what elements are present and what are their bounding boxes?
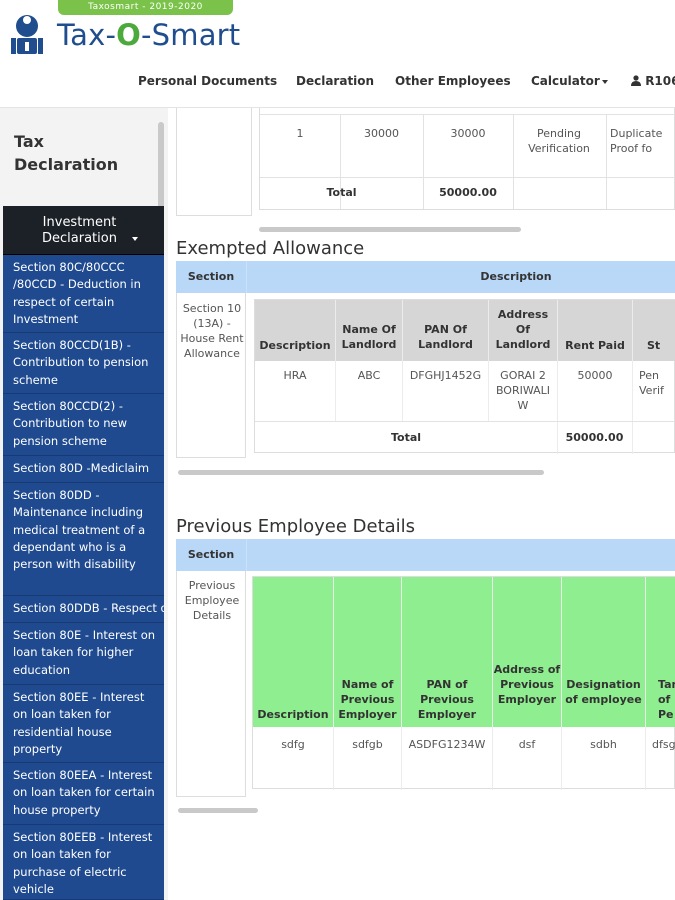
- hra-row-status: Pen Verif: [639, 369, 664, 397]
- previous-row-designation: sdbh: [590, 738, 617, 751]
- top-nav: Personal Documents Declaration Other Emp…: [0, 74, 675, 92]
- sidebar-item-80d[interactable]: Section 80D -Mediclaim: [3, 456, 164, 483]
- sidebar-title: Tax Declaration: [14, 132, 119, 174]
- investment-row-approved: 30000: [450, 127, 486, 140]
- sidebar-item-80eea[interactable]: Section 80EEA - Interest on loan taken f…: [3, 763, 164, 825]
- sidebar-item-80ccd1b[interactable]: Section 80CCD(1B) - Contribution to pens…: [3, 333, 164, 394]
- user-icon: [631, 75, 641, 86]
- sidebar-item-80ccd2[interactable]: Section 80CCD(2) - Contribution to new p…: [3, 394, 164, 456]
- previous-section-label: Previous Employee Details: [184, 579, 240, 622]
- hra-row-address: GORAI 2 BORIWALI W: [495, 369, 551, 412]
- previous-row-address: dsf: [518, 738, 536, 751]
- top-header: Taxosmart - 2019-2020 Tax-O-Smart Person…: [0, 0, 675, 108]
- previous-row-pan: ASDFG1234W: [408, 738, 486, 751]
- hra-row-description: HRA: [283, 369, 307, 382]
- sidebar-item-80c[interactable]: Section 80C/80CCC /80CCD - Deduction in …: [3, 255, 164, 333]
- hra-total-label: Total: [390, 431, 422, 444]
- hra-row-pan: DFGHJ1452G: [409, 369, 482, 382]
- hra-table-header: Description Name Of Landlord PAN Of Land…: [255, 300, 675, 361]
- investment-section-cell: [176, 108, 252, 216]
- user-lock-logo-icon: [11, 15, 43, 54]
- previous-col-section: Section: [187, 548, 235, 561]
- sidebar-item-80ee[interactable]: Section 80EE - Interest on loan taken fo…: [3, 685, 164, 763]
- caret-down-icon: [131, 236, 138, 241]
- sidebar-menu: Section 80C/80CCC /80CCD - Deduction in …: [3, 255, 164, 900]
- sidebar-item-80e[interactable]: Section 80E - Interest on loan taken for…: [3, 623, 164, 685]
- main-content: 1 30000 30000 Pending Verification Dupli…: [168, 108, 675, 900]
- nav-user-menu[interactable]: R106: [631, 74, 675, 88]
- exempted-table-scrollbar[interactable]: [178, 470, 544, 475]
- previous-header-row: Section: [176, 539, 675, 571]
- investment-row-sr: 1: [296, 127, 304, 140]
- sidebar-item-80eeb[interactable]: Section 80EEB - Interest on loan taken f…: [3, 825, 164, 900]
- previous-row-employer: sdfgb: [352, 738, 383, 751]
- page: Taxosmart - 2019-2020 Tax-O-Smart Person…: [0, 0, 675, 900]
- previous-section-cell: Previous Employee Details: [176, 571, 246, 797]
- exempted-section-label: Section 10 (13A) - House Rent Allowance: [180, 302, 244, 360]
- exempted-col-description: Description: [480, 270, 552, 283]
- exempted-allowance-title: Exempted Allowance: [176, 238, 365, 259]
- brand-logo-text[interactable]: Tax-O-Smart: [57, 18, 240, 52]
- investment-declaration-dropdown[interactable]: Investment Declaration: [3, 206, 164, 255]
- nav-declaration[interactable]: Declaration: [296, 74, 374, 88]
- investment-row-amount: 30000: [364, 127, 399, 140]
- exempted-header-row: Section Description: [176, 261, 675, 293]
- nav-personal-documents[interactable]: Personal Documents: [138, 74, 277, 88]
- version-badge: Taxosmart - 2019-2020: [58, 0, 233, 15]
- previous-table-scrollbar[interactable]: [178, 808, 258, 813]
- previous-row-tan: dfsg: [652, 738, 675, 751]
- investment-table: 1 30000 30000 Pending Verification Dupli…: [259, 108, 675, 210]
- previous-employee-table: Description Name of Previous Employer PA…: [252, 576, 675, 790]
- investment-total-value: 50000.00: [439, 186, 497, 199]
- sidebar: Tax Declaration Investment Declaration S…: [0, 108, 168, 900]
- sidebar-item-80dd[interactable]: Section 80DD -Maintenance including medi…: [3, 483, 164, 596]
- previous-table-header: Description Name of Previous Employer PA…: [253, 577, 675, 727]
- nav-other-employees[interactable]: Other Employees: [395, 74, 511, 88]
- caret-down-icon: [601, 79, 608, 84]
- investment-total-label: Total: [326, 186, 357, 199]
- investment-row-remark: Duplicate Proof fo: [610, 127, 663, 155]
- hra-row-rent: 50000: [577, 369, 613, 382]
- hra-table: Description Name Of Landlord PAN Of Land…: [254, 299, 675, 454]
- sidebar-scrollbar[interactable]: [158, 122, 164, 210]
- hra-row-landlord: ABC: [357, 369, 381, 382]
- investment-row-status: Pending Verification: [528, 127, 590, 155]
- nav-calculator[interactable]: Calculator: [531, 74, 608, 88]
- previous-employee-title: Previous Employee Details: [176, 516, 416, 537]
- exempted-section-cell: Section 10 (13A) - House Rent Allowance: [176, 293, 246, 458]
- investment-table-scrollbar[interactable]: [259, 227, 521, 232]
- exempted-col-section: Section: [187, 270, 235, 283]
- sidebar-item-80ddb[interactable]: Section 80DDB - Respect of medical treat…: [3, 596, 164, 623]
- previous-row-description: sdfg: [281, 738, 305, 751]
- hra-total-value: 50000.00: [565, 431, 624, 444]
